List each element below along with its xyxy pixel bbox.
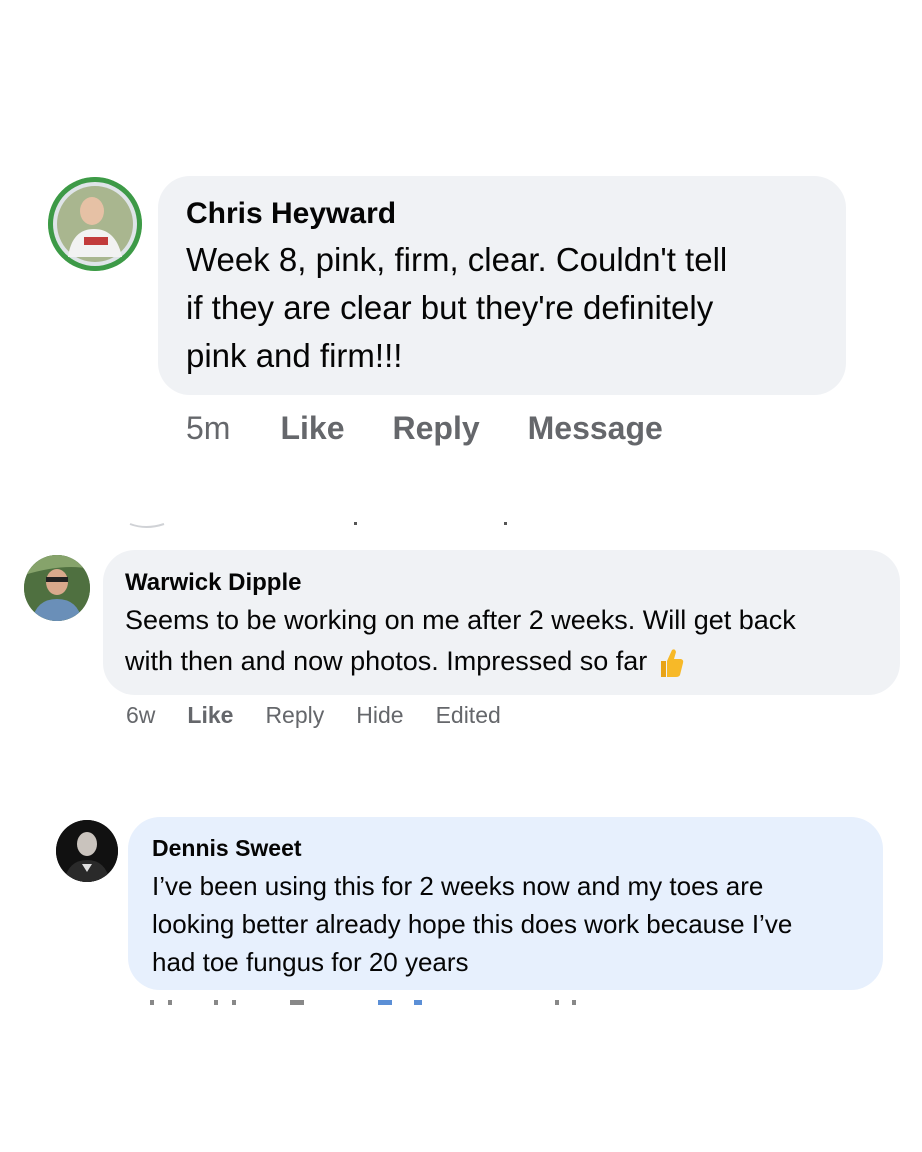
comment-text-line: Week 8, pink, firm, clear. Couldn't tell <box>186 241 728 278</box>
cut-off-actions-row <box>150 1000 576 1005</box>
comment-text-line: pink and firm!!! <box>186 337 403 374</box>
reply-button[interactable]: Reply <box>265 702 324 729</box>
edited-label[interactable]: Edited <box>436 702 501 729</box>
comment-bubble: Dennis Sweet I’ve been using this for 2 … <box>128 817 883 990</box>
reply-button[interactable]: Reply <box>392 410 479 447</box>
message-button[interactable]: Message <box>528 410 663 447</box>
comment-text-line: with then and now photos. Impressed so f… <box>125 641 878 682</box>
comment-bubble: Warwick Dipple Seems to be working on me… <box>103 550 900 695</box>
warwick-dipple-avatar[interactable] <box>24 555 90 621</box>
comment-text-line: I’ve been using this for 2 weeks now and… <box>152 871 764 901</box>
comment-actions: 5m Like Reply Message <box>186 410 711 447</box>
user-photo-icon <box>48 177 142 271</box>
like-button[interactable]: Like <box>187 702 233 729</box>
dennis-sweet-avatar[interactable] <box>56 820 118 882</box>
comment-text-line: had toe fungus for 20 years <box>152 947 469 977</box>
cut-off-row <box>129 522 507 528</box>
comment-timestamp[interactable]: 5m <box>186 410 230 447</box>
comment-text-line: if they are clear but they're definitely <box>186 289 714 326</box>
like-button[interactable]: Like <box>280 410 344 447</box>
comment-timestamp[interactable]: 6w <box>126 702 155 729</box>
comment-text-line: Seems to be working on me after 2 weeks.… <box>125 605 796 635</box>
user-photo-icon <box>24 555 90 621</box>
comment-text-line: looking better already hope this does wo… <box>152 909 793 939</box>
chris-heyward-avatar[interactable] <box>48 177 142 271</box>
comment-bubble: Chris Heyward Week 8, pink, firm, clear.… <box>158 176 846 395</box>
comment-actions: 6w Like Reply Hide Edited <box>126 702 533 729</box>
comment-author[interactable]: Warwick Dipple <box>125 568 878 598</box>
thumbs-up-icon <box>660 649 684 677</box>
user-photo-icon <box>56 820 118 882</box>
comment-author[interactable]: Dennis Sweet <box>152 833 859 863</box>
comment-author[interactable]: Chris Heyward <box>186 196 818 232</box>
comment-text-fragment: with then and now photos. Impressed so f… <box>125 646 648 676</box>
hide-button[interactable]: Hide <box>356 702 403 729</box>
